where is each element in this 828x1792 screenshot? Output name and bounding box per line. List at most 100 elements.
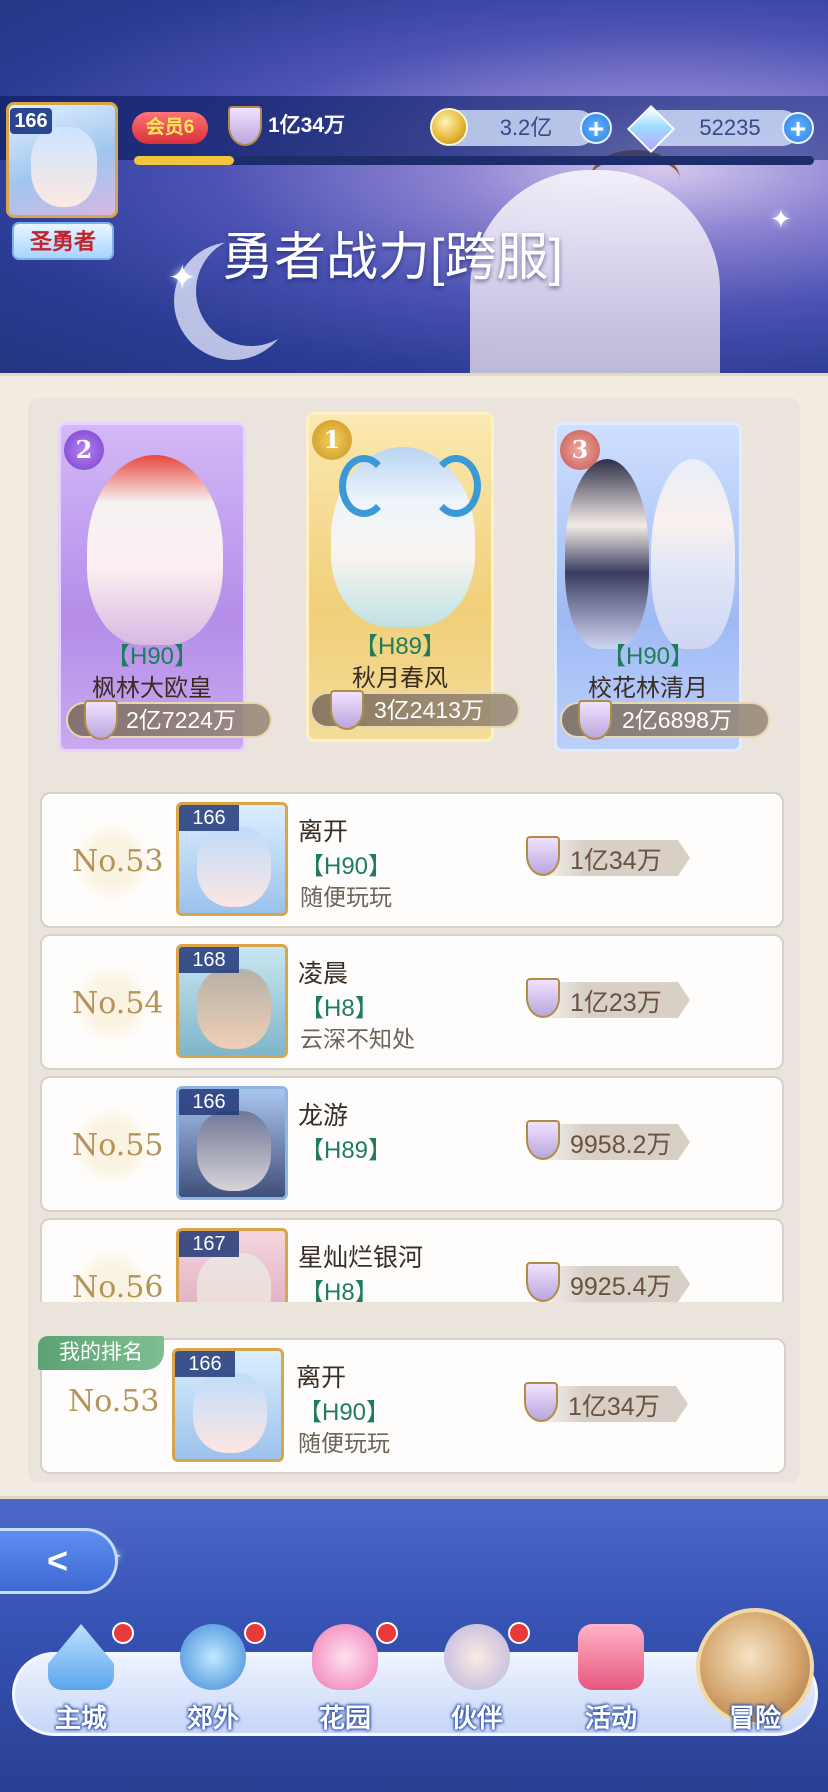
dragon-horn-art: [431, 455, 481, 517]
avatar[interactable]: 167: [176, 1228, 288, 1302]
avatar-face: [197, 1253, 271, 1302]
notification-dot: [112, 1622, 134, 1644]
player-power: 1亿34万: [570, 847, 662, 875]
avatar-level: 167: [179, 1231, 239, 1257]
player-power: 9925.4万: [570, 1273, 672, 1301]
rank-medal: 3: [560, 430, 600, 470]
top-player-level: 【H90】: [105, 643, 199, 670]
avatar-face: [197, 1111, 271, 1191]
portal-icon: [180, 1624, 246, 1690]
top-player-name: 枫林大欧皇: [92, 675, 212, 702]
power-shield-icon: [526, 1120, 560, 1160]
power-shield-icon: [526, 836, 560, 876]
nav-item-garden[interactable]: 花园: [290, 1620, 400, 1736]
player-power: 1亿34万: [268, 114, 346, 137]
power-shield-icon: [526, 1262, 560, 1302]
player-name: 凌晨: [298, 960, 349, 988]
dragon-horn-art: [339, 455, 389, 517]
avatar[interactable]: 166: [176, 1086, 288, 1200]
player-name: 星灿烂银河: [298, 1244, 424, 1272]
nav-label: 主城: [54, 1703, 107, 1733]
notification-dot: [508, 1622, 530, 1644]
avatar-level: 166: [179, 805, 239, 831]
add-gems-button[interactable]: +: [782, 112, 814, 144]
notification-dot: [244, 1622, 266, 1644]
player-chibi-art: [87, 455, 223, 645]
castle-icon: [48, 1624, 114, 1690]
rank-medal: 1: [312, 420, 352, 460]
gem-value: 52235: [699, 115, 761, 140]
notification-dot: [376, 1622, 398, 1644]
player-title-badge[interactable]: 圣勇者: [12, 222, 114, 260]
player-power: 1亿23万: [570, 989, 662, 1017]
page-title: 勇者战力[跨服]: [222, 229, 563, 287]
nav-label: 郊外: [186, 1703, 239, 1733]
player-name: 离开: [298, 818, 349, 846]
ranking-list[interactable]: No.53 166 离开 【H90】 随便玩玩 1亿34万 No.54 168 …: [38, 790, 788, 1302]
player-hero-level: 【H90】: [300, 853, 393, 880]
gift-box-icon: [578, 1624, 644, 1690]
nav-item-partner[interactable]: 伙伴: [422, 1620, 532, 1736]
heart-icon: [312, 1624, 378, 1690]
player-power: 9958.2万: [570, 1131, 672, 1159]
avatar-level: 168: [179, 947, 239, 973]
nav-item-events[interactable]: 活动: [556, 1620, 666, 1736]
player-name: 龙游: [298, 1102, 349, 1130]
avatar[interactable]: 166: [172, 1348, 284, 1462]
partner-face-icon: [444, 1624, 510, 1690]
player-chibi-art: [565, 459, 649, 649]
avatar-level: 166: [175, 1351, 235, 1377]
nav-item-main-city[interactable]: 主城: [26, 1620, 136, 1736]
top-player-name: 校花林清月: [588, 675, 708, 702]
avatar-face: [197, 827, 271, 907]
player-name: 离开: [296, 1364, 347, 1392]
rank-number: No.53: [72, 844, 164, 879]
sparkle-icon: ✦: [770, 204, 792, 234]
add-coins-button[interactable]: +: [580, 112, 612, 144]
avatar-face: [197, 969, 271, 1049]
player-hero-level: 【H90】: [298, 1399, 391, 1426]
nav-label: 伙伴: [450, 1703, 503, 1733]
coin-value: 3.2亿: [499, 115, 553, 140]
avatar[interactable]: 168: [176, 944, 288, 1058]
top-player-level: 【H89】: [353, 633, 447, 660]
list-item[interactable]: No.53 166 离开 【H90】 随便玩玩 1亿34万: [40, 792, 784, 928]
top-player-power: 3亿2413万: [374, 697, 484, 723]
player-guild: 云深不知处: [300, 1026, 415, 1052]
top-player-power: 2亿6898万: [622, 707, 732, 733]
nav-label: 花园: [318, 1703, 371, 1733]
player-power: 1亿34万: [568, 1393, 660, 1421]
rank-number: No.54: [72, 986, 164, 1021]
top-player-power: 2亿7224万: [126, 707, 236, 733]
player-guild: 随便玩玩: [298, 1430, 390, 1456]
power-shield-icon: [526, 978, 560, 1018]
list-item[interactable]: No.55 166 龙游 【H89】 9958.2万: [40, 1076, 784, 1212]
exp-bar-fill: [134, 156, 234, 165]
avatar-face: [193, 1373, 267, 1453]
exp-bar: [134, 156, 814, 165]
list-item[interactable]: No.54 168 凌晨 【H8】 云深不知处 1亿23万: [40, 934, 784, 1070]
player-hero-level: 【H8】: [300, 995, 379, 1022]
power-shield-icon: [330, 690, 364, 730]
vip-badge[interactable]: 会员6: [132, 112, 208, 144]
rank-number: No.55: [72, 1128, 164, 1163]
nav-item-outskirts[interactable]: 郊外: [158, 1620, 268, 1736]
player-level: 166: [10, 108, 52, 134]
top-player-name: 秋月春风: [352, 665, 448, 692]
list-item[interactable]: No.56 167 星灿烂银河 【H8】 9925.4万: [40, 1218, 784, 1302]
power-shield-icon: [578, 700, 612, 740]
player-chibi-art: [651, 459, 735, 649]
avatar[interactable]: 166: [176, 802, 288, 916]
coin-icon: [430, 108, 468, 146]
rank-number: No.56: [72, 1270, 164, 1302]
player-guild: 随便玩玩: [300, 884, 392, 910]
power-shield-icon: [84, 700, 118, 740]
player-hero-level: 【H8】: [300, 1279, 379, 1302]
rank-medal: 2: [64, 430, 104, 470]
power-shield-icon: [524, 1382, 558, 1422]
nav-label: 活动: [584, 1703, 637, 1733]
power-shield-icon: [228, 106, 262, 146]
avatar-level: 166: [179, 1089, 239, 1115]
player-hero-level: 【H89】: [300, 1137, 393, 1164]
back-button[interactable]: <: [0, 1528, 118, 1594]
